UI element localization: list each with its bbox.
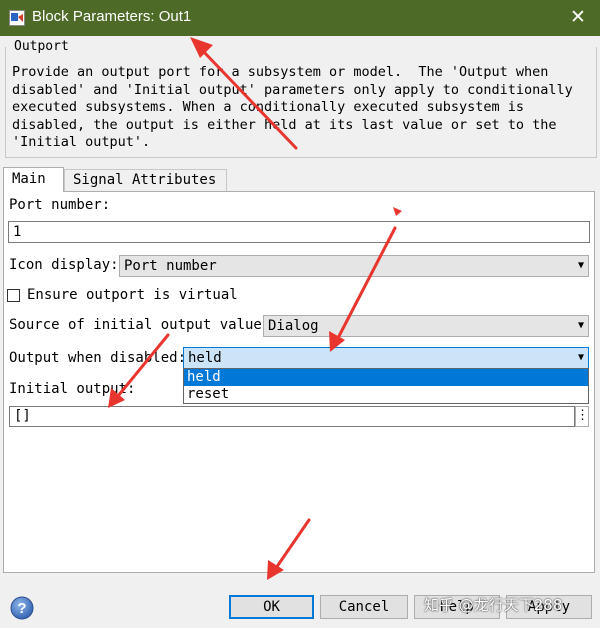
icon-display-value: Port number [124, 258, 217, 274]
simulink-block-icon [9, 10, 25, 26]
output-disabled-value: held [188, 350, 222, 366]
dropdown-option-held[interactable]: held [184, 369, 588, 386]
description-line: Provide an output port for a subsystem o… [12, 64, 549, 80]
tab-signal-attributes[interactable]: Signal Attributes [64, 169, 227, 191]
output-disabled-dropdown: held reset [183, 368, 589, 404]
ensure-virtual-checkbox[interactable] [7, 289, 20, 302]
icon-display-label: Icon display: [9, 257, 119, 273]
close-icon[interactable]: ✕ [556, 0, 600, 36]
window-title: Block Parameters: Out1 [32, 8, 192, 25]
dropdown-option-reset[interactable]: reset [184, 386, 588, 403]
output-disabled-label: Output when disabled: [9, 350, 187, 366]
source-initial-output-label: Source of initial output value: [9, 317, 271, 333]
icon-display-select[interactable]: Port number ▼ [119, 255, 589, 277]
output-disabled-select[interactable]: held ▼ [183, 347, 589, 369]
ok-button[interactable]: OK [229, 595, 314, 619]
cancel-button[interactable]: Cancel [320, 595, 408, 619]
chevron-down-icon: ▼ [577, 260, 584, 271]
block-description: Provide an output port for a subsystem o… [12, 64, 592, 152]
source-initial-output-value: Dialog [268, 318, 319, 334]
title-bar: Block Parameters: Out1 ✕ [0, 0, 600, 36]
watermark-text: 知乎 @龙行天下288 [424, 596, 563, 614]
port-number-label: Port number: [9, 197, 111, 213]
help-question-icon[interactable]: ? [10, 596, 34, 620]
initial-output-field[interactable]: [] [9, 406, 575, 427]
chevron-down-icon: ▼ [577, 320, 584, 331]
port-number-field[interactable]: 1 [8, 221, 590, 243]
chevron-down-icon: ▼ [577, 352, 584, 363]
description-line: executed subsystems. When a conditionall… [12, 99, 525, 116]
svg-text:?: ? [17, 600, 26, 617]
initial-output-menu-button[interactable]: ⋮ [575, 406, 589, 427]
source-initial-output-select[interactable]: Dialog ▼ [263, 315, 589, 337]
description-line: disabled' and 'Initial output' parameter… [12, 81, 573, 98]
description-line: disabled, the output is either held at i… [12, 116, 557, 133]
group-legend: Outport [14, 39, 69, 54]
tab-main[interactable]: Main [3, 167, 64, 192]
initial-output-label: Initial output: [9, 381, 136, 397]
description-line: 'Initial output'. [12, 134, 151, 151]
ensure-virtual-label: Ensure outport is virtual [27, 287, 238, 303]
